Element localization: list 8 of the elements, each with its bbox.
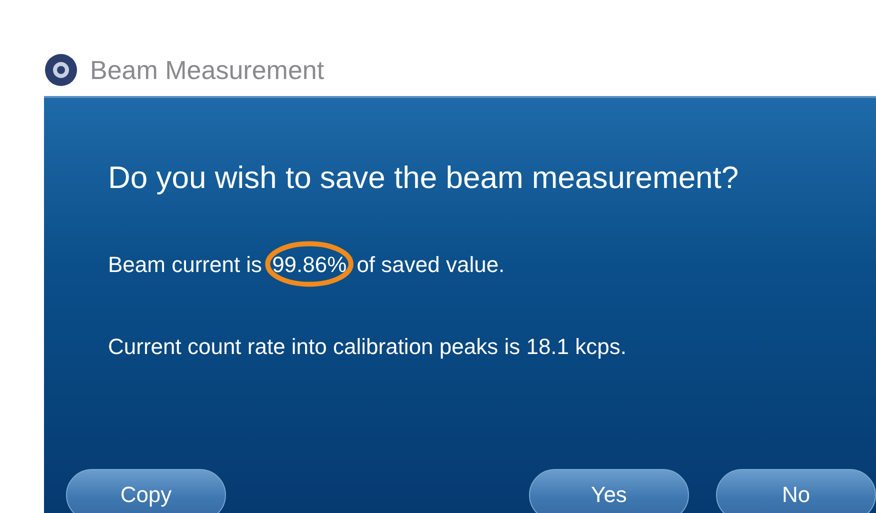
message-text: Beam current is 99.86% of saved value. <box>108 252 505 278</box>
window-title: Beam Measurement <box>90 54 324 86</box>
dialog-button[interactable]: Copy <box>66 469 226 513</box>
dialog-button[interactable]: No <box>716 469 876 513</box>
dialog-question: Do you wish to save the beam measurement? <box>108 160 740 196</box>
message-text: Current count rate into calibration peaks is 18.1 kcps. <box>108 334 626 360</box>
dialog-button[interactable]: Yes <box>529 469 689 513</box>
app-icon <box>44 53 78 87</box>
